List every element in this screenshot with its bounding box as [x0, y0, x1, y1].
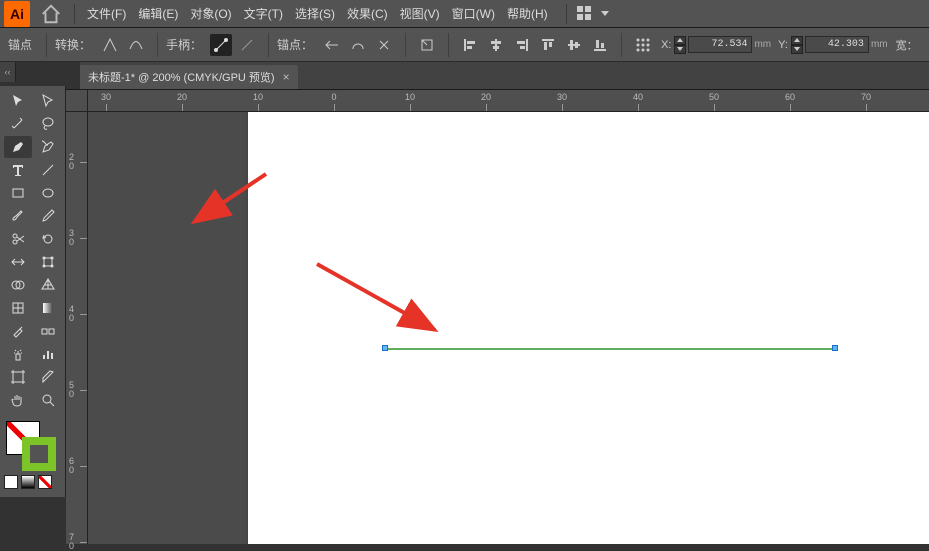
convert-corner-icon[interactable]: [99, 34, 121, 56]
anchor-point-left[interactable]: [382, 345, 388, 351]
ruler-origin[interactable]: [66, 90, 88, 112]
y-label: Y:: [778, 39, 788, 51]
fill-stroke-swatch[interactable]: [4, 421, 60, 469]
convert-smooth-icon[interactable]: [125, 34, 147, 56]
shape-builder-tool[interactable]: [4, 274, 32, 296]
lasso-tool[interactable]: [34, 113, 62, 135]
canvas-area: 30201001020304050607080 203040506070: [66, 90, 929, 544]
artboard-tool[interactable]: [4, 366, 32, 388]
annotation-arrow-1: [188, 172, 268, 232]
align-center-h-icon[interactable]: [485, 34, 507, 56]
gradient-tool[interactable]: [34, 297, 62, 319]
anchors-label: 锚点：: [277, 36, 313, 53]
handle-label: 手柄：: [166, 36, 202, 53]
mesh-tool[interactable]: [4, 297, 32, 319]
curvature-tool[interactable]: [34, 136, 62, 158]
menu-view[interactable]: 视图(V): [394, 1, 446, 26]
document-tab[interactable]: 未标题-1* @ 200% (CMYK/GPU 预览) ×: [80, 65, 298, 89]
grid-icon: [577, 6, 593, 22]
x-coord: X: 72.534 mm: [658, 36, 771, 54]
menubar: Ai 文件(F) 编辑(E) 对象(O) 文字(T) 选择(S) 效果(C) 视…: [0, 0, 929, 28]
ellipse-tool[interactable]: [34, 182, 62, 204]
symbol-sprayer-tool[interactable]: [4, 343, 32, 365]
magic-wand-tool[interactable]: [4, 113, 32, 135]
slice-tool[interactable]: [34, 366, 62, 388]
align-top-icon[interactable]: [537, 34, 559, 56]
pencil-tool[interactable]: [34, 205, 62, 227]
free-transform-tool[interactable]: [34, 251, 62, 273]
direct-selection-tool[interactable]: [34, 90, 62, 112]
color-mode-none[interactable]: [38, 475, 52, 489]
y-coord: Y: 42.303 mm: [775, 36, 887, 54]
menu-object[interactable]: 对象(O): [184, 1, 237, 26]
paintbrush-tool[interactable]: [4, 205, 32, 227]
y-value[interactable]: 42.303: [805, 36, 869, 53]
stroke-swatch[interactable]: [22, 437, 56, 471]
color-mode-gradient[interactable]: [21, 475, 35, 489]
app-logo[interactable]: Ai: [4, 1, 30, 27]
y-stepper[interactable]: [791, 36, 803, 54]
pen-tool[interactable]: [4, 136, 32, 158]
zoom-tool[interactable]: [34, 389, 62, 411]
tab-title: 未标题-1* @ 200% (CMYK/GPU 预览): [88, 69, 275, 85]
hand-tool[interactable]: [4, 389, 32, 411]
caret-down-icon: [601, 11, 609, 16]
align-center-v-icon[interactable]: [563, 34, 585, 56]
menu-select[interactable]: 选择(S): [289, 1, 341, 26]
type-tool[interactable]: [4, 159, 32, 181]
ruler-vertical[interactable]: 203040506070: [66, 112, 88, 544]
rotate-tool[interactable]: [34, 228, 62, 250]
x-stepper[interactable]: [674, 36, 686, 54]
menu-type[interactable]: 文字(T): [238, 1, 289, 26]
menu-edit[interactable]: 编辑(E): [132, 1, 184, 26]
home-icon[interactable]: [40, 3, 62, 25]
workspace-switcher[interactable]: [560, 4, 609, 24]
separator: [74, 4, 75, 24]
x-value[interactable]: 72.534: [688, 36, 752, 53]
color-mode-solid[interactable]: [4, 475, 18, 489]
scissors-tool[interactable]: [4, 228, 32, 250]
handle-hide-icon[interactable]: [236, 34, 258, 56]
anchor-point-right[interactable]: [832, 345, 838, 351]
rectangle-tool[interactable]: [4, 182, 32, 204]
x-label: X:: [661, 39, 671, 51]
path-segment[interactable]: [385, 348, 835, 350]
ruler-horizontal[interactable]: 30201001020304050607080: [88, 90, 929, 112]
cut-anchor-icon[interactable]: [373, 34, 395, 56]
eyedropper-tool[interactable]: [4, 320, 32, 342]
close-icon[interactable]: ×: [283, 70, 290, 84]
isolate-icon[interactable]: [416, 34, 438, 56]
menu-help[interactable]: 帮助(H): [501, 1, 554, 26]
menu-effect[interactable]: 效果(C): [341, 1, 394, 26]
line-tool[interactable]: [34, 159, 62, 181]
toolbox: [0, 86, 66, 497]
align-left-icon[interactable]: [459, 34, 481, 56]
connect-anchor-icon[interactable]: [347, 34, 369, 56]
align-bottom-icon[interactable]: [589, 34, 611, 56]
graph-tool[interactable]: [34, 343, 62, 365]
selection-tool[interactable]: [4, 90, 32, 112]
width-tool[interactable]: [4, 251, 32, 273]
convert-label: 转换：: [55, 36, 91, 53]
menu-window[interactable]: 窗口(W): [446, 1, 501, 26]
viewport[interactable]: [88, 112, 929, 544]
annotation-arrow-2: [313, 260, 443, 340]
options-bar: 锚点 转换： 手柄： 锚点： X: 72.534 mm Y: 42.303 mm…: [0, 28, 929, 62]
blend-tool[interactable]: [34, 320, 62, 342]
collapse-panel-toggle[interactable]: ‹‹: [0, 62, 16, 82]
align-right-icon[interactable]: [511, 34, 533, 56]
reference-point-icon[interactable]: [632, 34, 654, 56]
color-mode-row: [4, 475, 61, 489]
anchor-label: 锚点: [8, 36, 32, 53]
menu-file[interactable]: 文件(F): [81, 1, 132, 26]
handle-show-icon[interactable]: [210, 34, 232, 56]
document-tabbar: 未标题-1* @ 200% (CMYK/GPU 预览) ×: [66, 62, 929, 90]
remove-anchor-icon[interactable]: [321, 34, 343, 56]
width-label: 宽：: [896, 37, 918, 53]
perspective-tool[interactable]: [34, 274, 62, 296]
